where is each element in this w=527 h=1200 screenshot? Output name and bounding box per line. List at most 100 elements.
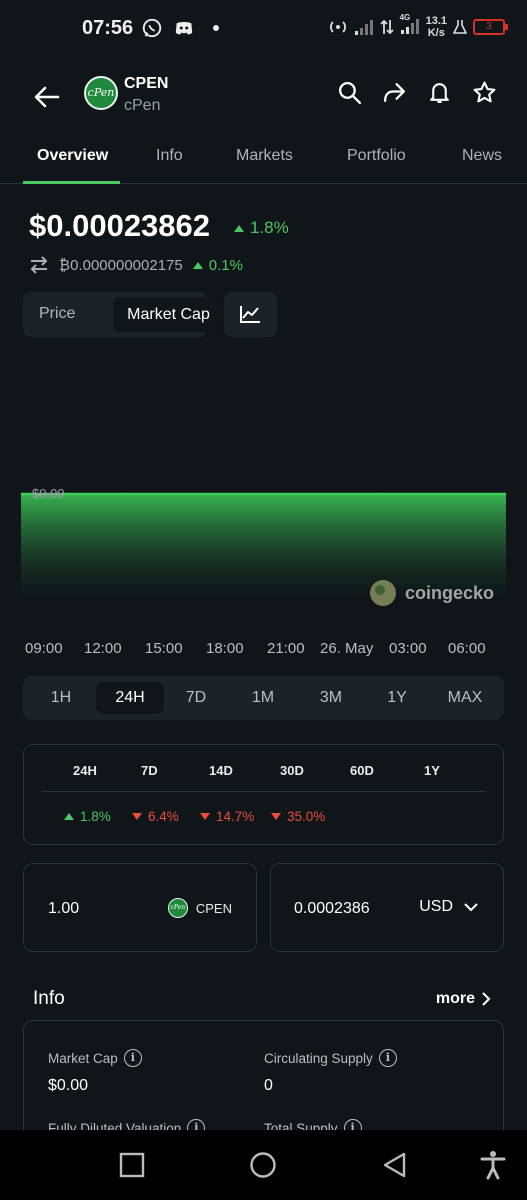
- star-icon[interactable]: [472, 80, 497, 105]
- android-nav-bar: [0, 1130, 527, 1200]
- up-arrow-icon: [234, 225, 244, 232]
- home-icon[interactable]: [248, 1150, 278, 1180]
- chart-x-axis: 09:00 12:00 15:00 18:00 21:00 26. May 03:00 06:…: [0, 640, 527, 660]
- coin-symbol: CPEN: [124, 75, 169, 92]
- coingecko-watermark: coingecko: [370, 580, 494, 606]
- market-cap-label: Market Cap i: [48, 1049, 142, 1067]
- circulating-supply-label-text: Circulating Supply: [264, 1050, 373, 1066]
- info-more-link[interactable]: more: [436, 990, 491, 1008]
- converter-currency-field[interactable]: 0.0002386 USD: [270, 863, 504, 952]
- system-indicators: 4G 13.1 K/s 3: [328, 12, 508, 39]
- x-tick-label: 03:00: [389, 640, 427, 657]
- chart-mode-toggle: Price Market Cap: [23, 292, 224, 337]
- coin-logo-small: cPen: [167, 898, 188, 918]
- price-change: 1.8%: [234, 218, 289, 238]
- converter-coin: cPen CPEN: [167, 898, 232, 918]
- perf-value-text: 35.0%: [287, 809, 326, 824]
- market-cap-value: $0.00: [48, 1077, 89, 1094]
- converter-amount[interactable]: 1.00: [48, 900, 79, 918]
- x-tick-label: 26. May: [320, 640, 374, 657]
- range-1m[interactable]: 1M: [241, 676, 285, 720]
- dot-icon: [213, 25, 219, 31]
- tab-portfolio[interactable]: Portfolio: [347, 147, 406, 165]
- up-arrow-icon: [192, 261, 203, 269]
- watermark-text: coingecko: [405, 583, 494, 603]
- perf-header-24h: 24H: [73, 763, 97, 778]
- info-section-title: Info: [33, 988, 65, 1009]
- market-cap-chart[interactable]: $0.00 coingecko: [21, 350, 506, 620]
- perf-header-60d: 60D: [350, 763, 374, 778]
- hotspot-icon: [329, 21, 346, 33]
- net-speed-value: 13.1: [425, 15, 447, 27]
- accessibility-icon[interactable]: [478, 1150, 508, 1180]
- toggle-price[interactable]: Price: [39, 305, 75, 323]
- net-type: 4G: [399, 12, 411, 22]
- range-max[interactable]: MAX: [441, 676, 489, 720]
- back-arrow-icon[interactable]: [30, 80, 64, 114]
- x-tick-label: 09:00: [25, 640, 63, 657]
- perf-header-30d: 30D: [280, 763, 304, 778]
- circulating-supply-label: Circulating Supply i: [264, 1049, 397, 1067]
- tab-overview[interactable]: Overview: [37, 147, 108, 165]
- x-tick-label: 06:00: [448, 640, 486, 657]
- currency-dropdown[interactable]: USD: [419, 898, 479, 916]
- converter-value[interactable]: 0.0002386: [294, 900, 370, 918]
- perf-value-text: 14.7%: [216, 809, 255, 824]
- swap-icon[interactable]: [29, 256, 49, 274]
- coin-header: cPen CPEN cPen: [0, 60, 527, 130]
- price-change-value: 1.8%: [250, 218, 289, 237]
- recents-icon[interactable]: [117, 1150, 147, 1180]
- header-actions: [337, 80, 497, 105]
- converter-coin-symbol: CPEN: [195, 900, 232, 916]
- range-24h[interactable]: 24H: [96, 682, 164, 714]
- currency-label: USD: [419, 898, 453, 915]
- share-icon[interactable]: [382, 80, 407, 105]
- chart-y-label: $0.00: [32, 486, 65, 501]
- perf-value-text: 6.4%: [148, 809, 179, 824]
- price-btc-change-value: 0.1%: [208, 256, 243, 274]
- bell-icon[interactable]: [427, 80, 452, 105]
- whatsapp-icon: [142, 18, 162, 38]
- time-range-selector: 1H 24H 7D 1M 3M 1Y MAX: [23, 676, 504, 720]
- chart-type-button[interactable]: [224, 292, 277, 337]
- back-nav-icon[interactable]: [380, 1150, 410, 1180]
- price-usd: $0.00023862: [29, 208, 211, 243]
- price-btc-row: ₿0.000000002175 0.1%: [29, 256, 243, 274]
- tab-indicator: [23, 181, 120, 184]
- up-arrow-icon: [64, 813, 74, 820]
- data-transfer-icon: [379, 19, 394, 35]
- info-icon[interactable]: i: [123, 1049, 142, 1067]
- info-icon[interactable]: i: [378, 1049, 397, 1067]
- search-icon[interactable]: [337, 80, 362, 105]
- range-7d[interactable]: 7D: [173, 676, 219, 720]
- tab-news[interactable]: News: [462, 147, 502, 165]
- x-tick-label: 15:00: [145, 640, 183, 657]
- price-btc: ₿0.000000002175: [59, 256, 183, 274]
- converter-coin-field[interactable]: 1.00 cPen CPEN: [23, 863, 257, 952]
- x-tick-label: 12:00: [84, 640, 122, 657]
- notification-icons: [141, 17, 219, 39]
- range-3m[interactable]: 3M: [307, 676, 355, 720]
- market-cap-label-text: Market Cap: [48, 1050, 118, 1066]
- circulating-supply-value: 0: [264, 1077, 273, 1094]
- flask-icon: [453, 20, 467, 34]
- toggle-market-cap[interactable]: Market Cap: [113, 297, 224, 332]
- battery-indicator: 3: [473, 19, 508, 35]
- perf-value: 1.8%: [64, 809, 111, 824]
- divider: [42, 791, 485, 792]
- perf-value: 6.4%: [132, 809, 179, 824]
- price-btc-change: 0.1%: [192, 256, 243, 274]
- line-chart-icon: [240, 306, 260, 323]
- down-arrow-icon: [200, 813, 210, 820]
- coin-logo: cPen: [84, 76, 118, 110]
- signal-icon: [354, 20, 373, 35]
- perf-header-7d: 7D: [141, 763, 158, 778]
- tab-markets[interactable]: Markets: [236, 147, 293, 165]
- net-speed: 13.1 K/s: [426, 15, 447, 39]
- tab-info[interactable]: Info: [156, 147, 183, 165]
- coin-name: cPen: [124, 97, 161, 114]
- down-arrow-icon: [271, 813, 281, 820]
- tab-bar: Overview Info Markets Portfolio News: [0, 130, 527, 184]
- range-1y[interactable]: 1Y: [375, 676, 419, 720]
- range-1h[interactable]: 1H: [39, 676, 83, 720]
